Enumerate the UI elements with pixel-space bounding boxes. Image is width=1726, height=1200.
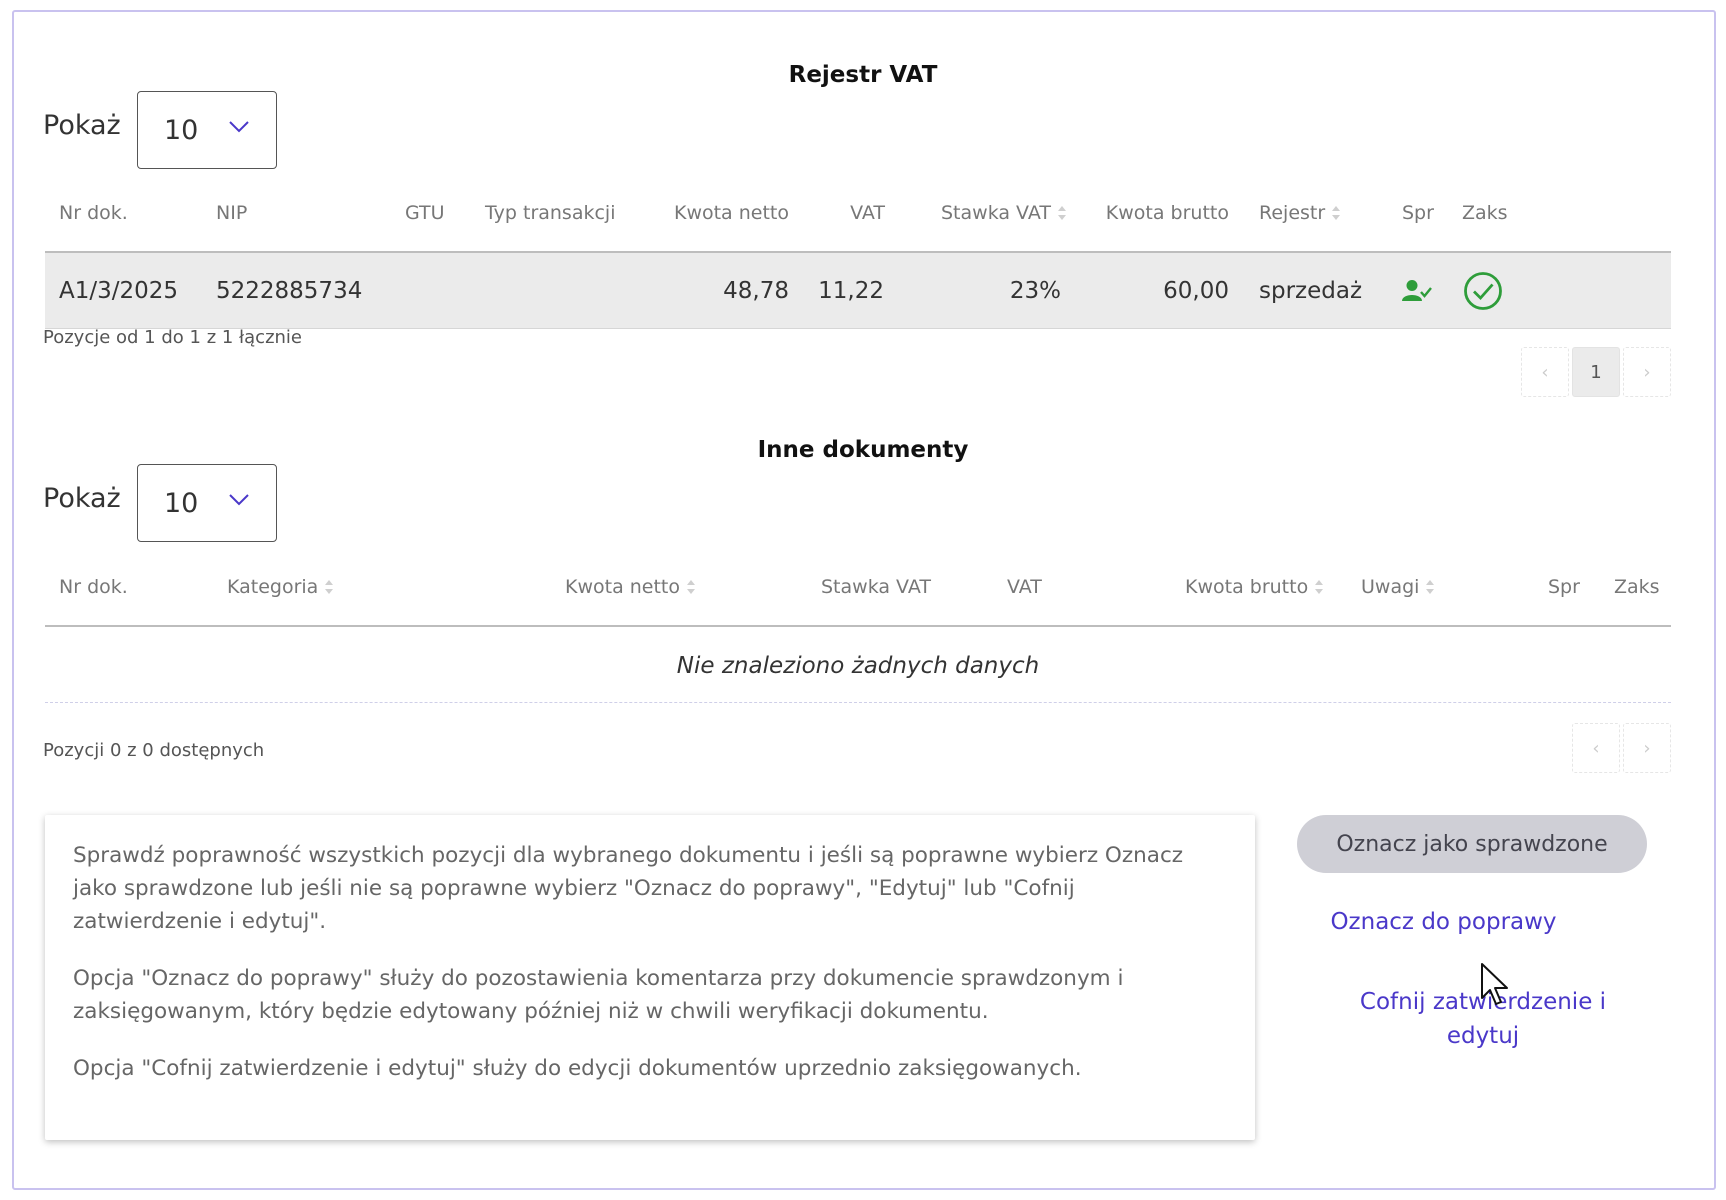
col-gross-label: Kwota brutto [1185, 576, 1309, 598]
check-circle-icon[interactable] [1463, 271, 1503, 311]
table-row[interactable]: A1/3/2025 5222885734 48,78 11,22 23% 60,… [45, 253, 1671, 329]
col-checked[interactable]: Spr [1548, 549, 1580, 625]
col-net[interactable]: Kwota netto [565, 549, 696, 625]
cell-booked [1463, 253, 1503, 329]
other-docs-title: Inne dokumenty [757, 437, 969, 463]
col-doc-no[interactable]: Nr dok. [59, 549, 128, 625]
col-category-label: Kategoria [227, 576, 319, 598]
cell-doc-no: A1/3/2025 [59, 278, 179, 304]
mouse-cursor-icon [1481, 963, 1508, 1005]
col-booked[interactable]: Zaks [1462, 175, 1508, 251]
col-register[interactable]: Rejestr [1259, 175, 1341, 251]
other-pager-next[interactable]: › [1623, 723, 1671, 773]
sort-icon [1315, 580, 1324, 594]
col-vat-rate[interactable]: Stawka VAT [821, 549, 931, 625]
col-vat-rate[interactable]: Stawka VAT [941, 175, 1067, 251]
cell-vat-rate: 23% [1009, 278, 1061, 304]
col-net[interactable]: Kwota netto [645, 175, 789, 251]
col-nip[interactable]: NIP [216, 175, 247, 251]
col-vat[interactable]: VAT [1007, 549, 1042, 625]
cell-net: 48,78 [723, 278, 789, 304]
vat-register-title: Rejestr VAT [788, 62, 938, 88]
col-notes[interactable]: Uwagi [1361, 549, 1435, 625]
col-category[interactable]: Kategoria [227, 549, 334, 625]
sort-icon [325, 580, 334, 594]
col-net-label: Kwota netto [565, 576, 681, 598]
col-booked[interactable]: Zaks [1614, 549, 1660, 625]
help-box: Sprawdź poprawność wszystkich pozycji dl… [45, 815, 1255, 1140]
user-check-icon[interactable] [1402, 279, 1432, 303]
mark-checked-button[interactable]: Oznacz jako sprawdzone [1297, 815, 1647, 873]
vat-table-header: Nr dok. NIP GTU Typ transakcji Kwota net… [45, 175, 1671, 253]
empty-table-message: Nie znaleziono żadnych danych [45, 629, 1671, 703]
other-pager-prev[interactable]: ‹ [1572, 723, 1620, 773]
col-vat[interactable]: VAT [805, 175, 885, 251]
vat-pager-prev[interactable]: ‹ [1521, 347, 1569, 397]
sort-icon [1426, 580, 1435, 594]
vat-pager-next[interactable]: › [1623, 347, 1671, 397]
help-paragraph: Sprawdź poprawność wszystkich pozycji dl… [73, 843, 1184, 934]
vat-page-size-value: 10 [164, 114, 199, 146]
sort-icon [687, 580, 696, 594]
other-table-info: Pozycji 0 z 0 dostępnych [43, 740, 265, 761]
cell-vat: 11,22 [818, 278, 884, 304]
chevron-down-icon [229, 494, 249, 506]
mark-for-correction-link[interactable]: Oznacz do poprawy [1297, 905, 1590, 939]
col-gross[interactable]: Kwota brutto [1185, 549, 1324, 625]
cell-register: sprzedaż [1259, 278, 1363, 304]
other-page-size-select[interactable]: 10 [137, 464, 277, 542]
col-transaction-type[interactable]: Typ transakcji [485, 175, 616, 251]
col-vat-rate-label: Stawka VAT [941, 202, 1051, 224]
col-notes-label: Uwagi [1361, 576, 1420, 598]
col-doc-no[interactable]: Nr dok. [59, 175, 128, 251]
help-paragraph: Opcja "Oznacz do poprawy" służy do pozos… [73, 966, 1124, 1024]
col-register-label: Rejestr [1259, 202, 1326, 224]
vat-table-info: Pozycje od 1 do 1 z 1 łącznie [43, 327, 303, 348]
sort-icon [1057, 206, 1066, 220]
vat-page-size-label: Pokaż [43, 110, 121, 141]
col-checked[interactable]: Spr [1402, 175, 1434, 251]
col-gtu[interactable]: GTU [405, 175, 445, 251]
vat-page-size-select[interactable]: 10 [137, 91, 277, 169]
help-paragraph: Opcja "Cofnij zatwierdzenie i edytuj" sł… [73, 1056, 1082, 1081]
vat-pager-page-1[interactable]: 1 [1572, 347, 1620, 397]
other-table-header: Nr dok. Kategoria Kwota netto Stawka VAT… [45, 549, 1671, 627]
cell-nip: 5222885734 [216, 278, 363, 304]
other-page-size-value: 10 [164, 487, 199, 519]
cell-checked [1402, 253, 1432, 329]
chevron-down-icon [229, 121, 249, 133]
col-gross[interactable]: Kwota brutto [1085, 175, 1229, 251]
other-page-size-label: Pokaż [43, 483, 121, 514]
cell-gross: 60,00 [1163, 278, 1229, 304]
sort-icon [1332, 206, 1341, 220]
